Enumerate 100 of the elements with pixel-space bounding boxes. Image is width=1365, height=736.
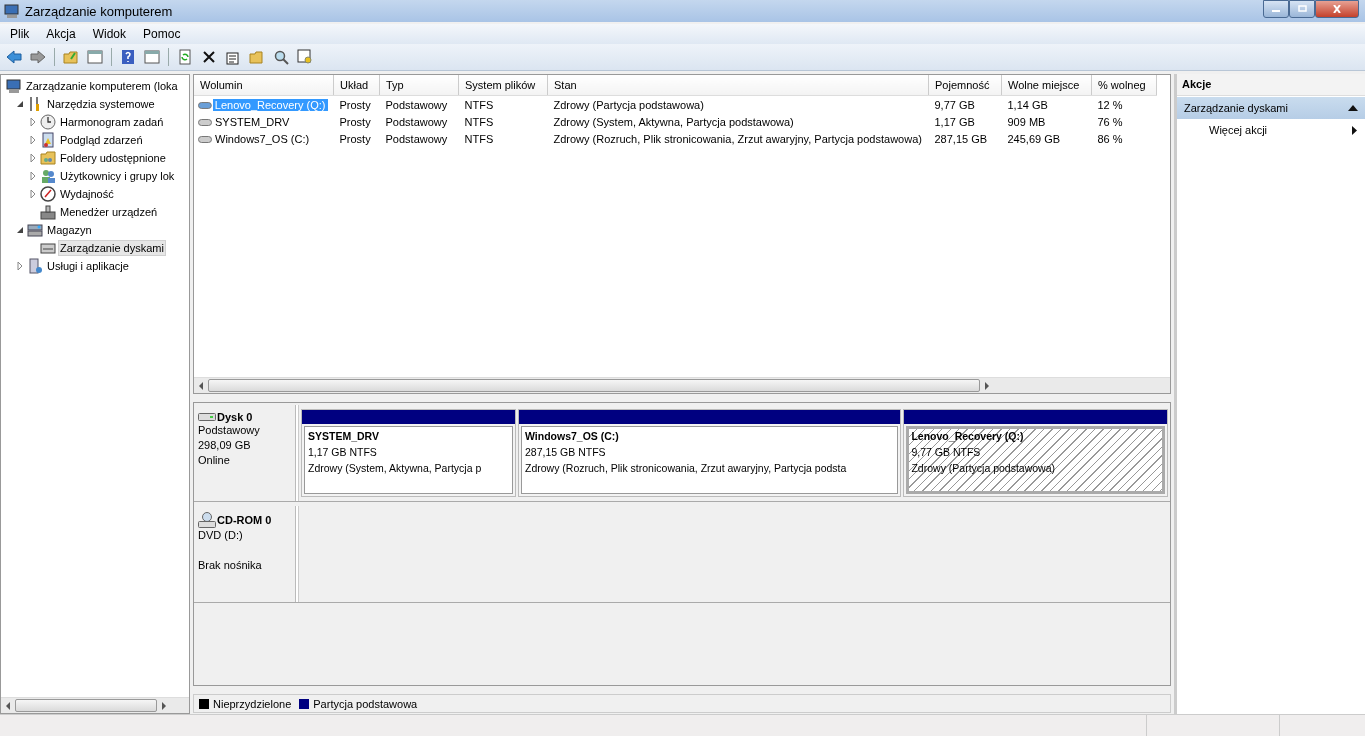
folder-icon	[249, 49, 265, 65]
partition-name: SYSTEM_DRV	[308, 429, 380, 444]
arrow-right-icon	[161, 701, 167, 710]
menu-item[interactable]: Widok	[82, 27, 134, 41]
refresh-icon	[177, 49, 193, 65]
clock-icon	[40, 114, 56, 130]
folder-icon	[40, 150, 56, 166]
table-cell: 86 %	[1097, 132, 1123, 145]
maximize-button[interactable]	[1289, 0, 1315, 18]
section-label: Zarządzanie dyskami	[1184, 102, 1288, 114]
table-cell: NTFS	[464, 98, 494, 111]
scrollbar-thumb[interactable]	[15, 699, 157, 712]
action-item[interactable]: Więcej akcji	[1177, 119, 1365, 141]
disk-detail: Online	[198, 453, 231, 468]
disk-detail: DVD (D:)	[198, 528, 244, 543]
minimize-button[interactable]	[1263, 0, 1289, 18]
drive-icon	[198, 116, 212, 127]
column-header[interactable]: % wolneg	[1091, 75, 1157, 96]
tree-item[interactable]: Narzędzia systemowe	[45, 96, 157, 112]
column-header[interactable]: Pojemność	[928, 75, 1002, 96]
volume-name[interactable]: SYSTEM_DRV	[213, 115, 292, 128]
menu-item[interactable]: Plik	[0, 27, 37, 41]
actions-section[interactable]: Zarządzanie dyskami	[1177, 97, 1365, 119]
partition-size: 9,77 GB NTFS	[911, 445, 982, 460]
table-cell: 1,14 GB	[1007, 98, 1048, 111]
tree-item[interactable]: Zarządzanie dyskami	[58, 240, 166, 256]
column-header[interactable]: Stan	[547, 75, 929, 96]
folder-icon	[63, 49, 79, 65]
column-header[interactable]: System plików	[458, 75, 548, 96]
partition[interactable]: Lenovo_Recovery (Q:) 9,77 GB NTFS Zdrowy (Partycja podstawowa)	[903, 409, 1168, 497]
partition-size: 287,15 GB NTFS	[525, 445, 607, 460]
partition-box[interactable]: SYSTEM_DRV 1,17 GB NTFS Zdrowy (System, Aktywna, Partycja p	[304, 426, 513, 494]
menu-item[interactable]: Akcja	[36, 27, 83, 41]
tree-item[interactable]: Wydajność	[58, 186, 116, 202]
table-cell: Prosty	[339, 115, 371, 128]
scrollbar-thumb[interactable]	[208, 379, 980, 392]
table-cell: 245,69 GB	[1007, 132, 1061, 145]
tree-item[interactable]: Podgląd zdarzeń	[58, 132, 145, 148]
table-cell: 12 %	[1097, 98, 1123, 111]
partition-status: Zdrowy (System, Aktywna, Partycja p	[308, 461, 483, 476]
column-header[interactable]: Wolne miejsce	[1001, 75, 1092, 96]
disk-detail: Podstawowy	[198, 423, 261, 438]
table-cell: Zdrowy (System, Aktywna, Partycja podstawowa)	[553, 115, 794, 128]
tree-item[interactable]: Usługi i aplikacje	[45, 258, 131, 274]
table-cell: 1,17 GB	[934, 115, 975, 128]
partition-name: Lenovo_Recovery (Q:)	[911, 429, 1025, 444]
window-title: Zarządzanie komputerem	[25, 3, 173, 19]
document-icon	[225, 49, 241, 65]
window-icon	[144, 49, 160, 65]
drive-icon	[198, 133, 212, 144]
disk-detail: Brak nośnika	[198, 558, 263, 573]
legend-label: Nieprzydzielone	[213, 697, 292, 710]
caret-right-icon	[1352, 125, 1357, 135]
partition-box[interactable]: Lenovo_Recovery (Q:) 9,77 GB NTFS Zdrowy (Partycja podstawowa)	[906, 426, 1165, 494]
tree-item[interactable]: Zarządzanie komputerem (loka	[24, 78, 180, 94]
column-header[interactable]: Układ	[333, 75, 380, 96]
question-mark-icon	[120, 49, 136, 65]
tree-item[interactable]: Menedżer urządzeń	[58, 204, 160, 220]
tree-item[interactable]: Użytkownicy i grupy lok	[58, 168, 177, 184]
tree-item[interactable]: Magazyn	[45, 222, 94, 238]
services-icon	[27, 258, 43, 274]
x-icon	[201, 49, 217, 65]
volume-name[interactable]: Windows7_OS (C:)	[213, 132, 312, 145]
partition-size: 1,17 GB NTFS	[308, 445, 378, 460]
table-cell: Zdrowy (Rozruch, Plik stronicowania, Zrzut awaryjny, Partycja podstawowa)	[553, 132, 922, 145]
device-icon	[40, 204, 56, 220]
close-icon	[1332, 5, 1342, 13]
arrow-right-icon	[30, 49, 46, 65]
column-header[interactable]: Wolumin	[194, 75, 334, 96]
horizontal-scrollbar[interactable]	[194, 377, 1170, 393]
storage-icon	[27, 222, 43, 238]
tree-item[interactable]: Harmonogram zadań	[58, 114, 166, 130]
table-cell: Zdrowy (Partycja podstawowa)	[553, 98, 704, 111]
disk-name: Dysk 0	[217, 411, 253, 423]
arrow-left-icon	[6, 49, 22, 65]
partition[interactable]: Windows7_OS (C:) 287,15 GB NTFS Zdrowy (Rozruch, Plik stronicowania, Zrzut awaryjny, Partycja podsta	[518, 409, 902, 497]
horizontal-scrollbar[interactable]	[1, 697, 189, 713]
gauge-icon	[40, 186, 56, 202]
menu-item[interactable]: Pomoc	[133, 27, 188, 41]
partition[interactable]: SYSTEM_DRV 1,17 GB NTFS Zdrowy (System, Aktywna, Partycja p	[301, 409, 516, 497]
partition-name: Windows7_OS (C:)	[525, 429, 620, 444]
magnifier-icon	[273, 49, 289, 65]
disk-name: CD-ROM 0	[217, 514, 272, 526]
partition-box[interactable]: Windows7_OS (C:) 287,15 GB NTFS Zdrowy (Rozruch, Plik stronicowania, Zrzut awaryjny, Partycja podsta	[521, 426, 899, 494]
partition-status: Zdrowy (Rozruch, Plik stronicowania, Zrzut awaryjny, Partycja podsta	[525, 461, 848, 476]
tree-item[interactable]: Foldery udostępnione	[58, 150, 168, 166]
column-header[interactable]: Typ	[379, 75, 459, 96]
arrow-left-icon	[198, 381, 204, 390]
users-icon	[40, 168, 56, 184]
table-cell: Podstawowy	[385, 132, 448, 145]
window-icon	[87, 49, 103, 65]
computer-icon	[6, 78, 22, 94]
table-cell: 76 %	[1097, 115, 1123, 128]
drive-icon	[198, 99, 212, 110]
actions-title: Akcje	[1177, 74, 1365, 96]
table-cell: NTFS	[464, 132, 494, 145]
table-cell: Prosty	[339, 98, 371, 111]
legend-label: Partycja podstawowa	[313, 697, 418, 710]
close-button[interactable]	[1315, 0, 1359, 18]
table-cell: NTFS	[464, 115, 494, 128]
